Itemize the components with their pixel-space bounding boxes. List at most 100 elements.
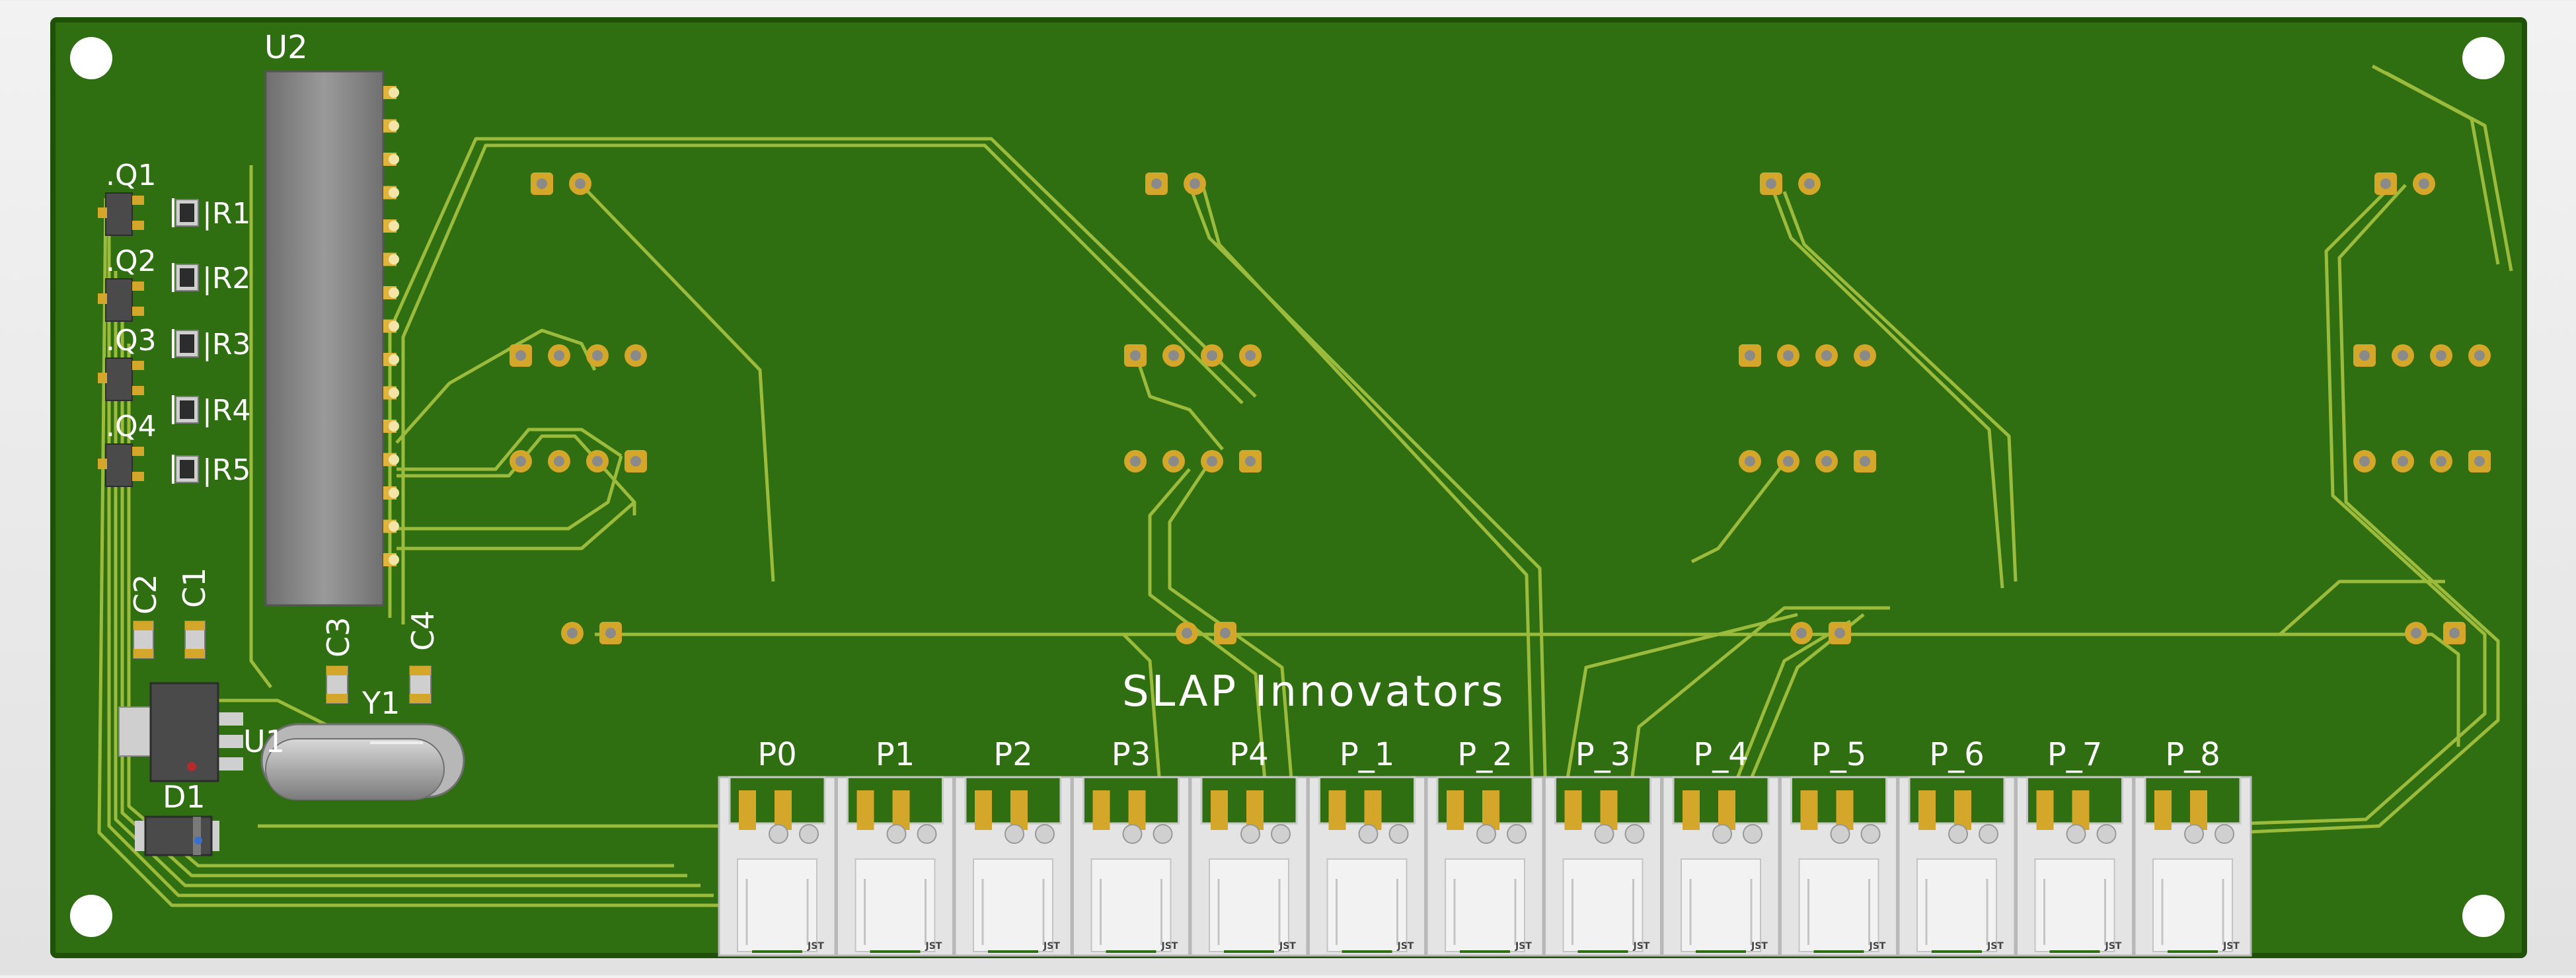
label-u1: U1 [243,724,285,759]
connector-marking: JST [1043,941,1060,952]
pad-hole [1245,350,1256,361]
pad-hole [2359,456,2370,467]
connector-label: P_1 [1340,736,1394,773]
u2-pin-tip [389,87,399,98]
connector-pin [1600,790,1618,830]
u2-pin-tip [389,320,399,332]
label-q: .Q1 [106,159,157,192]
brand-text: SLAP Innovators [1122,667,1506,716]
connector-pin [1211,790,1228,830]
connector-pin-top [917,824,937,844]
connector-pin [1918,790,1936,830]
connector-pin-top [2096,824,2117,844]
connector-pin [856,790,874,830]
pad-hole [575,178,586,189]
pad-hole [2398,456,2408,467]
pad-hole [1835,628,1845,638]
pad-hole [1245,456,1256,467]
label-r: |R5 [202,453,250,487]
connector-pin [1718,790,1735,830]
label-q: .Q3 [106,324,157,357]
connector-housing [973,858,1053,952]
pad-hole [1745,456,1755,467]
pad-hole [592,350,603,361]
pad-hole [2474,350,2485,361]
pad-hole [1804,178,1815,189]
pad-hole [1207,456,1217,467]
pad-hole [1168,350,1179,361]
u2-pin-tip [389,254,399,265]
connector-label: P0 [757,736,796,773]
connector-pin [1482,790,1499,830]
connector-housing [1209,858,1289,952]
connector-pin-top [1743,824,1762,844]
connector-pin [739,790,756,830]
pad-hole [1796,628,1807,638]
connector-pin [2154,790,2172,830]
pad-hole [630,350,641,361]
connector-housing [1445,858,1525,952]
pcb-viewport: JST P0 JST P1 JST P2 JST P3 JST P4 JST P_1 JST P_2 JST… [0,0,2576,975]
connector-pin [1328,790,1346,830]
u2-pin-tip [389,454,399,465]
pad-hole [515,456,526,467]
label-c3: C3 [321,617,356,658]
connector-pin-top [1624,824,1645,844]
connector-pin [1836,790,1854,830]
connector-pin [1954,790,1971,830]
label-c2: C2 [128,574,163,615]
connector-marking: JST [1751,941,1768,952]
pad-hole [2380,178,2391,189]
connector-marking: JST [925,941,942,952]
connector-marking: JST [1397,941,1414,952]
label-r: |R2 [202,262,250,295]
pad-hole [2449,628,2460,638]
connector-pin-top [1004,824,1024,844]
u2-pins [383,86,399,566]
pad-hole [2411,628,2421,638]
connector-pin-top [799,824,819,844]
connector-housing [1798,858,1879,952]
connector-pin-top [1122,824,1143,844]
connector-label: P_8 [2165,736,2220,773]
resistor-marking [180,204,194,222]
connector-pin-top [1271,824,1291,844]
y1-crystal [260,723,465,800]
transistor-pad [98,293,107,304]
connector-housing [1090,858,1172,952]
pad-hole [2359,350,2370,361]
connector-housing [2152,858,2233,952]
label-d1: D1 [163,779,206,815]
connector-pin-top [1860,824,1881,844]
connector-marking: JST [1869,941,1886,952]
connector-housing [1326,858,1408,952]
transistor-pad [132,447,144,456]
transistor-pad [98,459,107,469]
capacitor-c4 [409,665,432,704]
pad-hole [1151,178,1162,189]
pad-hole [1168,456,1179,467]
capacitor-c1 [184,621,206,659]
transistor-pad [98,373,107,383]
u2-pin-tip [389,421,399,432]
pad-hole [554,350,564,361]
u2-pin-tip [389,488,399,498]
label-q: .Q4 [106,410,157,443]
transistor-pad [132,282,144,291]
connector-housing [1916,858,1997,952]
connector-label: P_5 [1811,736,1866,773]
connector-marking: JST [807,941,824,952]
connector-label: P_3 [1575,736,1630,773]
connector-pin-top [2066,824,2086,844]
connector-housing [737,858,817,952]
connector-pin-top [1507,824,1527,844]
pad-hole [1766,178,1776,189]
connector-marking: JST [1515,941,1532,952]
u2-pin-tip [389,387,399,398]
connector-pin-top [769,824,788,844]
transistor-pad [132,221,144,230]
resistor-marking [180,334,194,353]
connector-pin [1683,790,1700,830]
connector-pin [1010,790,1028,830]
connector-pin-top [2184,824,2204,844]
